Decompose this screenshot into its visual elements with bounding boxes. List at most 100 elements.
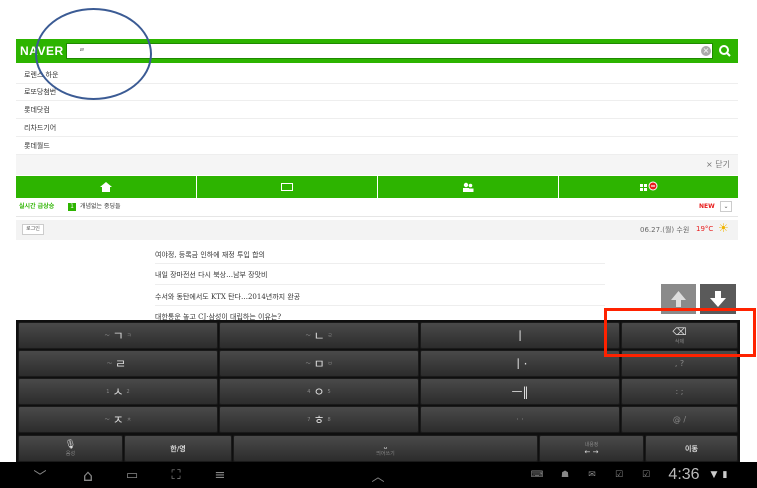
search-button[interactable]: [716, 42, 734, 60]
key-rieul[interactable]: 〜ㄹ: [18, 350, 218, 377]
key-nieun[interactable]: 〜ㄴㄹ: [219, 322, 419, 349]
home-icon: [100, 182, 112, 192]
realtime-trend-row: 실시간 급상승 1 개념없는 중딩들 NEW ⌄: [16, 198, 738, 217]
key-sub-label: 내용정: [584, 442, 599, 448]
mail-icon: ✉: [588, 470, 596, 480]
key-sub-left: 1: [106, 388, 110, 395]
key-sub-left: 〜: [106, 361, 112, 367]
space-icon: ⎵: [383, 440, 388, 449]
calendar-check-icon: ☑: [614, 470, 624, 480]
key-sub-left: 〜: [104, 417, 110, 423]
close-suggestions-button[interactable]: × 닫기: [16, 155, 738, 175]
key-main: ㅇ: [313, 385, 325, 399]
sun-cloud-icon: ☀: [718, 221, 729, 235]
cursor-arrows-icon: ← →: [584, 448, 599, 456]
divider: [155, 305, 605, 306]
menu-icon[interactable]: ≡: [206, 462, 234, 488]
rank-badge: 1: [68, 203, 76, 211]
android-status-icon: ☗: [560, 470, 570, 480]
search-icon: [719, 45, 731, 57]
key-main: · ·: [516, 415, 524, 424]
battery-icon: ▮: [722, 470, 728, 480]
key-eu[interactable]: ㅡ‖: [420, 378, 620, 405]
tab-news[interactable]: [197, 176, 378, 198]
key-i[interactable]: ㅣ: [420, 322, 620, 349]
weather-date: 06.27.(월) 수원: [640, 226, 690, 234]
key-ieung[interactable]: 4ㅇ5: [219, 378, 419, 405]
key-main: @ /: [672, 415, 687, 424]
key-main: , ?: [674, 359, 685, 368]
news-headline[interactable]: 여야정, 등록금 인하에 재정 투입 합의: [155, 250, 265, 260]
search-input[interactable]: ㄹ: [66, 43, 713, 59]
key-main: ㄹ: [114, 357, 127, 371]
key-sub-left: 〜: [305, 361, 311, 367]
key-colon-semicolon[interactable]: : ;: [621, 378, 738, 405]
news-headline[interactable]: 수서와 동탄에서도 KTX 탄다…2014년까지 완공: [155, 292, 300, 302]
key-sub-left: 4: [307, 388, 311, 395]
screenshot-icon[interactable]: ⛶: [162, 462, 190, 488]
key-mieum[interactable]: 〜ㅁㅂ: [219, 350, 419, 377]
key-main: ㅣ: [514, 329, 526, 343]
hide-keyboard-icon[interactable]: ︿: [364, 462, 392, 488]
key-sub-label: 음성: [65, 451, 76, 457]
suggestion-item[interactable]: 롯데닷컴: [16, 102, 738, 119]
system-navigation-bar: ﹀ ⌂ ▭ ⛶ ≡ ︿ ⌨ ☗ ✉ ☑ ☑ 4:36 ▼ ▮: [0, 462, 757, 488]
people-icon: [463, 182, 474, 192]
space-key[interactable]: ⎵ 띄어쓰기: [233, 435, 538, 462]
key-giyeok[interactable]: 〜ㄱㅋ: [18, 322, 218, 349]
divider: [155, 263, 605, 264]
key-sub-right: ㅊ: [126, 417, 132, 423]
back-icon[interactable]: ﹀: [26, 462, 54, 488]
task-check-icon: ☑: [641, 470, 651, 480]
cursor-move-key[interactable]: 내용정 ← →: [539, 435, 644, 462]
suggestion-item[interactable]: 롯데월드: [16, 138, 738, 155]
realtime-item[interactable]: 개념없는 중딩들: [80, 198, 121, 216]
chevron-down-icon[interactable]: ⌄: [720, 201, 732, 212]
key-jieut[interactable]: 〜ㅈㅊ: [18, 406, 218, 433]
key-sub-right: ㅂ: [327, 361, 333, 367]
language-toggle-key[interactable]: 한/영: [124, 435, 232, 462]
key-sub-left: 〜: [104, 333, 110, 339]
key-main: ㅣ·: [512, 357, 528, 371]
go-key[interactable]: 이동: [645, 435, 738, 462]
home-button-icon[interactable]: ⌂: [74, 462, 102, 488]
recent-apps-icon[interactable]: ▭: [118, 462, 146, 488]
divider: [155, 284, 605, 285]
key-main: ㄴ: [313, 329, 325, 343]
microphone-icon: 🎙: [64, 440, 77, 450]
key-main: : ;: [675, 387, 684, 396]
key-main: ㅎ: [313, 413, 325, 427]
apps-icon: [639, 181, 657, 191]
key-main: ㄱ: [112, 329, 124, 343]
key-sub-right: ㅋ: [126, 333, 132, 339]
highlight-rectangle: [604, 308, 756, 357]
weather-temp: 19°C: [696, 225, 714, 233]
key-sub-left: 7: [307, 416, 311, 423]
key-sub-right: 5: [327, 388, 331, 395]
voice-input-key[interactable]: 🎙 음성: [18, 435, 123, 462]
key-i-dot[interactable]: ㅣ·: [420, 350, 620, 377]
key-main: ㅁ: [313, 357, 325, 371]
realtime-label: 실시간 급상승: [19, 203, 55, 210]
wifi-icon: ▼: [710, 470, 718, 480]
key-sub-label: 띄어쓰기: [376, 451, 395, 457]
key-main: ㅅ: [112, 385, 124, 399]
key-sub-right: ㄹ: [327, 333, 333, 339]
keyboard-status-icon: ⌨: [530, 470, 544, 480]
key-siot[interactable]: 1ㅅ2: [18, 378, 218, 405]
tab-more[interactable]: [559, 176, 738, 198]
key-sub-left: 〜: [305, 333, 311, 339]
key-hieut[interactable]: 7ㅎ8: [219, 406, 419, 433]
key-dots[interactable]: · ·: [420, 406, 620, 433]
info-bar: 로그인 06.27.(월) 수원 19°C ☀: [16, 220, 738, 240]
tab-bar: [16, 176, 738, 198]
news-headline[interactable]: 내일 장마전선 다시 북상…남부 장맛비: [155, 270, 268, 280]
key-main: ㅡ‖: [511, 385, 529, 399]
tab-people[interactable]: [378, 176, 559, 198]
suggestion-item[interactable]: 리차드기어: [16, 120, 738, 137]
tab-home[interactable]: [16, 176, 197, 198]
clear-search-button[interactable]: ×: [701, 46, 711, 56]
key-main: ㅈ: [112, 413, 124, 427]
login-button[interactable]: 로그인: [22, 224, 44, 235]
key-at-slash[interactable]: @ /: [621, 406, 738, 433]
